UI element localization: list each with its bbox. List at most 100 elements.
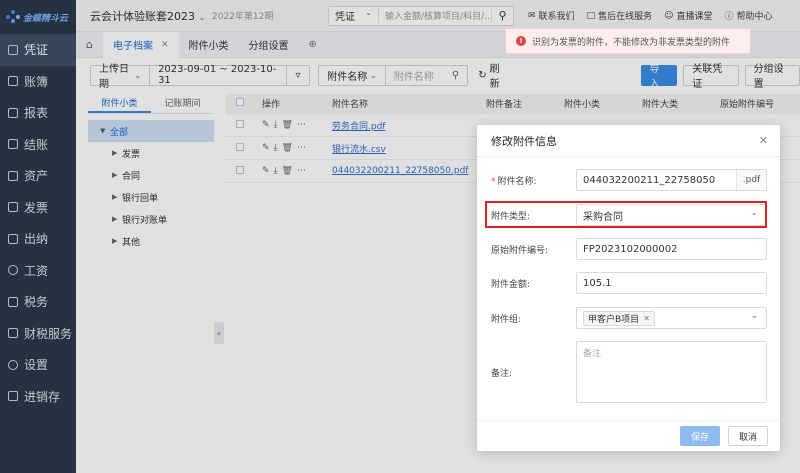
voucher-icon (8, 44, 18, 55)
attachment-group-select[interactable]: 甲客户B项目 ✕ ⌄ (576, 307, 767, 329)
group-settings-button[interactable]: 分组设置 (744, 64, 800, 90)
attachment-name-link[interactable]: 劳务合同.pdf (332, 122, 385, 132)
help-center-link[interactable]: ⓘ 帮助中心 (725, 9, 773, 22)
sidebar-item-8[interactable]: 税务 (0, 286, 76, 318)
table-header: 操作 附件名称 附件备注 附件小类 附件大类 原始附件编号 (226, 94, 800, 114)
cancel-button[interactable]: 取消 (727, 426, 768, 446)
tree-node[interactable]: ▼ 全部 (88, 120, 214, 142)
column-header: 附件名称 (332, 100, 369, 110)
attachment-name-link[interactable]: 044032200211_22758050.pdf (332, 166, 468, 176)
caret-right-icon[interactable]: ▶ (112, 171, 122, 179)
chevron-down-icon: ⌄ (134, 70, 142, 80)
original-number-value: FP2023102000002 (583, 243, 678, 255)
more-icon[interactable]: ⋯ (297, 120, 306, 130)
more-icon[interactable]: ⋯ (297, 143, 306, 153)
sidebar-item-label: 工资 (24, 263, 49, 278)
link-voucher-button[interactable]: 关联凭证 (683, 64, 739, 90)
home-icon[interactable]: ⌂ (76, 32, 103, 58)
after-sales-link[interactable]: □ 售后在线服务 (587, 9, 653, 23)
tree-node[interactable]: ▶ 银行回单 (88, 186, 214, 208)
tab-subclass[interactable]: 附件小类 (88, 96, 151, 113)
tab-period[interactable]: 记账期间 (151, 96, 214, 113)
search-type-select[interactable]: 凭证 ⌄ (329, 8, 379, 23)
collapse-panel-icon[interactable]: « (214, 322, 224, 344)
tab-electronic-archive[interactable]: 电子档案 ✕ (102, 31, 179, 58)
amount-input[interactable]: 105.1 (576, 272, 767, 294)
import-button[interactable]: 导入 (640, 64, 678, 90)
amount-value: 105.1 (583, 277, 612, 289)
remark-textarea[interactable]: 备注 (576, 341, 767, 403)
sidebar-item-9[interactable]: 财税服务 (0, 318, 76, 350)
caret-down-icon[interactable]: ▼ (100, 127, 110, 135)
select-all-checkbox[interactable] (236, 98, 244, 106)
search-icon[interactable]: ⚲ (452, 70, 459, 81)
caret-right-icon[interactable]: ▶ (112, 237, 122, 245)
logo-icon (6, 10, 20, 24)
live-class-label: 直播课堂 (676, 12, 713, 22)
refresh-button[interactable]: ↻ 刷新 (478, 60, 507, 90)
remark-row: 备注: 备注 (477, 341, 780, 403)
category-tree: ▼ 全部 ▶ 发票 ▶ 合同 ▶ 银行回单 ▶ 银行对账单 ▶ 其他 (88, 120, 214, 252)
sidebar-item-5[interactable]: 发票 (0, 192, 76, 224)
attachment-name-link[interactable]: 银行流水.csv (332, 145, 386, 155)
sidebar-item-11[interactable]: 进销存 (0, 381, 76, 413)
original-number-input[interactable]: FP2023102000002 (576, 238, 767, 260)
edit-icon[interactable]: ✎ (262, 143, 270, 153)
search-icon[interactable]: ⚲ (491, 9, 513, 22)
caret-right-icon[interactable]: ▶ (112, 193, 122, 201)
close-icon[interactable]: ✕ (759, 134, 768, 147)
account-selector[interactable]: 云会计体验账套2023 ⌄ (76, 8, 212, 24)
sidebar-item-7[interactable]: 工资 (0, 255, 76, 287)
filter-input[interactable]: 附件名称 ⚲ (384, 64, 469, 86)
sidebar-item-2[interactable]: 报表 (0, 97, 76, 129)
date-type-select[interactable]: 上传日期 ⌄ (90, 64, 150, 90)
sidebar-item-4[interactable]: 资产 (0, 160, 76, 192)
delete-icon[interactable]: 🗑 (282, 120, 293, 130)
service-icon (8, 328, 18, 339)
tag-remove-icon[interactable]: ✕ (643, 314, 650, 323)
column-header: 操作 (262, 100, 281, 110)
account-name: 云会计体验账套2023 (90, 9, 195, 23)
row-checkbox[interactable] (236, 142, 244, 151)
edit-icon[interactable]: ✎ (262, 166, 270, 176)
app-logo[interactable]: 金蝶精斗云 (0, 0, 76, 34)
search-input[interactable]: 输入金额/核算项目/科目/... (379, 9, 491, 22)
more-icon[interactable]: ⋯ (297, 166, 306, 176)
close-icon[interactable]: ✕ (161, 40, 169, 50)
sidebar-item-label: 凭证 (24, 43, 49, 58)
sidebar-item-1[interactable]: 账簿 (0, 66, 76, 98)
add-tab-icon[interactable]: ⊕ (299, 32, 327, 58)
attachment-type-value: 采购合同 (583, 211, 623, 223)
sidebar-item-3[interactable]: 结账 (0, 129, 76, 161)
tree-node[interactable]: ▶ 发票 (88, 142, 214, 164)
ledger-icon (8, 76, 18, 87)
sidebar-item-label: 发票 (24, 200, 49, 215)
attachment-type-select[interactable]: 采购合同 ⌄ (576, 204, 767, 226)
tab-attachment-subclass[interactable]: 附件小类 (179, 32, 239, 58)
download-icon[interactable]: ⤓ (274, 120, 278, 130)
filter-icon[interactable]: ▿ (286, 64, 311, 86)
filter-field-select[interactable]: 附件名称 ⌄ (318, 64, 385, 86)
download-icon[interactable]: ⤓ (274, 143, 278, 153)
row-checkbox[interactable] (236, 165, 244, 174)
contact-us-link[interactable]: ✉ 联系我们 (528, 9, 575, 23)
tree-node[interactable]: ▶ 合同 (88, 164, 214, 186)
tree-node[interactable]: ▶ 银行对账单 (88, 208, 214, 230)
delete-icon[interactable]: 🗑 (282, 166, 293, 176)
download-icon[interactable]: ⤓ (274, 166, 278, 176)
tab-group-settings[interactable]: 分组设置 (239, 32, 299, 58)
date-range-picker[interactable]: 2023-09-01 ~ 2023-10-31 (149, 64, 287, 86)
tree-node-label: 银行回单 (122, 193, 159, 204)
tree-node[interactable]: ▶ 其他 (88, 230, 214, 252)
save-button[interactable]: 保存 (679, 426, 720, 446)
caret-right-icon[interactable]: ▶ (112, 215, 122, 223)
caret-right-icon[interactable]: ▶ (112, 149, 122, 157)
sidebar-item-0[interactable]: 凭证 (0, 34, 76, 66)
live-class-link[interactable]: ☺ 直播课堂 (664, 9, 713, 23)
sidebar-item-10[interactable]: 设置 (0, 349, 76, 381)
edit-icon[interactable]: ✎ (262, 120, 270, 130)
sidebar-item-6[interactable]: 出纳 (0, 223, 76, 255)
row-checkbox[interactable] (236, 119, 244, 128)
attachment-name-input[interactable]: 044032200211_22758050 .pdf (576, 169, 767, 191)
delete-icon[interactable]: 🗑 (282, 143, 293, 153)
